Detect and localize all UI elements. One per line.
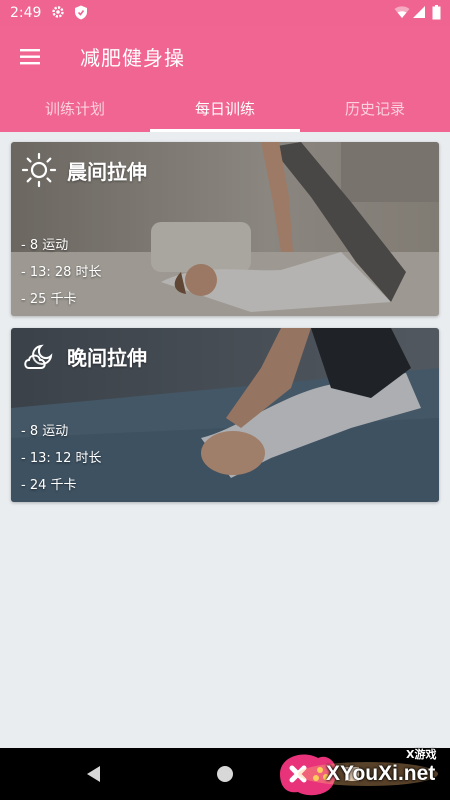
card-title: 晨间拉伸 (67, 160, 147, 184)
exercise-count: - 8 运动 (21, 238, 69, 253)
sun-icon (21, 152, 57, 188)
moon-cloud-icon (24, 344, 53, 369)
gear-icon (51, 5, 65, 23)
wifi-icon (394, 5, 410, 23)
duration: - 13: 12 时长 (21, 451, 102, 466)
tab-history[interactable]: 历史记录 (300, 88, 450, 132)
shield-icon (74, 5, 88, 24)
status-time: 2:49 (10, 5, 42, 21)
menu-icon[interactable] (14, 42, 46, 72)
battery-icon (432, 5, 441, 24)
exercise-count: - 8 运动 (21, 424, 69, 439)
tab-daily-training[interactable]: 每日训练 (150, 88, 300, 132)
tab-bar: 训练计划 每日训练 历史记录 (0, 88, 450, 132)
status-bar: 2:49 (0, 0, 450, 26)
morning-stretch-card[interactable]: 晨间拉伸 - 8 运动 - 13: 28 时长 - 25 千卡 (11, 142, 439, 316)
back-icon[interactable] (82, 762, 106, 786)
app-bar: 减肥健身操 (0, 26, 450, 88)
card-title: 晚间拉伸 (67, 346, 147, 370)
home-icon[interactable] (213, 762, 237, 786)
calories: - 24 千卡 (21, 478, 77, 493)
calories: - 25 千卡 (21, 292, 77, 307)
duration: - 13: 28 时长 (21, 265, 102, 280)
evening-stretch-card[interactable]: 晚间拉伸 - 8 运动 - 13: 12 时长 - 24 千卡 (11, 328, 439, 502)
signal-icon (412, 5, 426, 23)
watermark-subtext: X游戏 (406, 748, 437, 761)
watermark-logo: X游戏 XYouXi.net (278, 744, 450, 800)
tab-training-plan[interactable]: 训练计划 (0, 88, 150, 132)
watermark-text: XYouXi.net (326, 762, 436, 785)
app-title: 减肥健身操 (80, 46, 185, 70)
